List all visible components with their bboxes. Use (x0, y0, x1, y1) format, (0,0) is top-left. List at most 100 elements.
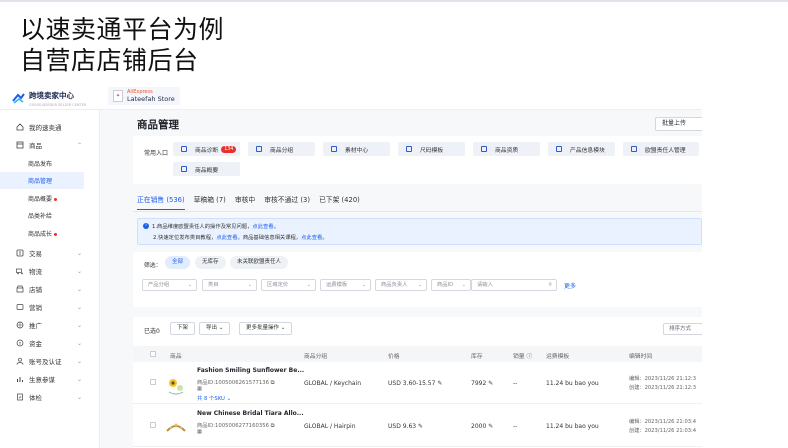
row-checkbox[interactable] (150, 379, 156, 385)
qr-code-icon[interactable]: ▦ (197, 429, 202, 435)
quick-product-diagnosis-button[interactable]: 商品诊断 134 (173, 142, 240, 156)
main-content: 商品管理 批量上传 常用入口 商品诊断 134 商品分组 素材中心 尺码模板 商… (100, 110, 702, 448)
seller-center-screenshot: 跨境卖家中心 CROSS-BORDER SELLER CENTER ✦ AliE… (0, 84, 702, 448)
chart-icon (16, 375, 24, 383)
sidebar-item-checkup[interactable]: 体检 ⌄ (0, 388, 100, 406)
notice-banner: i 1.商品维度欧盟责任人的操作及常见问题，点此查看。 2.快速定位发布类目教程… (137, 218, 702, 245)
notice-link[interactable]: 点此查看 (216, 235, 237, 241)
sidebar-item-label: 店铺 (29, 286, 42, 294)
sidebar-item-home[interactable]: 我的速卖通 (0, 118, 100, 136)
shipping-template-cell: 11.24 bu bao you (546, 380, 599, 387)
sort-select[interactable]: 排序方式 (663, 323, 702, 335)
certificate-icon (481, 146, 487, 152)
quick-product-overview-button[interactable]: 商品概要 (173, 162, 240, 176)
product-group-select[interactable]: 产品分组 ⌄ (142, 279, 197, 291)
filter-chip-all[interactable]: 全部 (165, 256, 191, 269)
box-icon (16, 141, 24, 149)
regional-pricing-select[interactable]: 区域定价 ⌄ (261, 279, 316, 291)
more-batch-actions-button[interactable]: 更多批量操作 ⌄ (239, 322, 293, 335)
column-header: 价格 (388, 354, 400, 360)
table-row[interactable]: New Chinese Bridal Tiara Allo... 商品ID:10… (133, 405, 702, 447)
brand[interactable]: 跨境卖家中心 CROSS-BORDER SELLER CENTER (12, 90, 86, 107)
sidebar-item-promotion[interactable]: 推广 ⌄ (0, 316, 100, 334)
quick-qualification-button[interactable]: 商品资质 (473, 142, 540, 156)
user-icon (16, 357, 24, 365)
product-name[interactable]: Fashion Smiling Sunflower Be... (197, 367, 304, 374)
row-checkbox[interactable] (150, 422, 156, 428)
product-thumbnail[interactable] (165, 374, 187, 396)
qr-code-icon[interactable]: ▦ (197, 386, 202, 392)
off-shelf-button[interactable]: 下架 (170, 322, 196, 335)
edit-icon[interactable]: ✎ (488, 423, 493, 430)
search-type-select[interactable]: 商品ID ⌄ (431, 279, 471, 291)
sidebar-item-account[interactable]: 账号及认证 ⌄ (0, 352, 100, 370)
notice-text: 。商品基础信息相关课程， (237, 235, 302, 241)
sidebar-item-marketing[interactable]: 营销 ⌄ (0, 298, 100, 316)
search-icon[interactable]: ⚲ (548, 280, 552, 290)
quick-product-info-module-button[interactable]: 产品信息模块 (548, 142, 615, 156)
category-select[interactable]: 类目 ⌄ (202, 279, 257, 291)
notice-link[interactable]: 点此查看 (301, 235, 322, 241)
chevron-down-icon: ⌄ (77, 321, 83, 329)
filter-chip-no-eu-responsible[interactable]: 未关联欧盟责任人 (230, 256, 289, 269)
sidebar-item-shop[interactable]: 店铺 ⌄ (0, 280, 100, 298)
sidebar-item-funds[interactable]: 资金 ⌄ (0, 334, 100, 352)
quick-material-center-button[interactable]: 素材中心 (323, 142, 390, 156)
megaphone-icon (16, 303, 24, 311)
sidebar-item-logistics[interactable]: 物流 ⌄ (0, 262, 100, 280)
notice-link[interactable]: 点此查看 (252, 224, 273, 230)
sidebar-item-business-advisor[interactable]: 生意参谋 ⌄ (0, 370, 100, 388)
sidebar-item-label: 我的速卖通 (29, 124, 62, 132)
sidebar-item-label: 交易 (29, 250, 42, 258)
price-cell: USD 9.63 ✎ (388, 423, 423, 430)
search-input[interactable]: 请输入 ⚲ (471, 279, 557, 291)
sku-expand-link[interactable]: 共 8 个SKU ⌄ (197, 394, 231, 402)
edit-icon[interactable]: ✎ (437, 380, 442, 387)
quick-eu-responsible-button[interactable]: 欧盟责任人管理 (623, 142, 699, 156)
slide-title-line-2: 自营店店铺后台 (20, 46, 199, 75)
sidebar-sub-product-manage[interactable]: 商品管理 (0, 172, 84, 189)
sidebar-sub-product-publish[interactable]: 商品发布 (0, 155, 84, 172)
column-header: 销量 ⓘ (513, 351, 532, 360)
selected-count: 已选0 (144, 328, 160, 335)
filter-chip-no-stock[interactable]: 无库存 (195, 256, 226, 269)
sidebar-sub-category-supply[interactable]: 品类补给 (0, 207, 84, 224)
batch-upload-button[interactable]: 批量上传 (655, 117, 702, 131)
edit-icon[interactable]: ✎ (488, 380, 493, 387)
slide-title-line-1: 以速卖通平台为例 (20, 15, 225, 44)
quick-button-label: 尺码模板 (420, 147, 444, 154)
table-row[interactable]: Fashion Smiling Sunflower Be... 商品ID:100… (133, 362, 702, 404)
store-switcher[interactable]: ✦ AliExpress Lateefah Store (108, 87, 180, 105)
tab-in-review[interactable]: 审核中 (235, 194, 255, 206)
select-value: 商品ID (437, 282, 454, 288)
slide-top-rule (0, 0, 788, 2)
select-all-checkbox[interactable] (150, 351, 156, 357)
price-value: USD 3.60-15.57 (388, 380, 436, 387)
edit-icon[interactable]: ✎ (418, 423, 423, 430)
quick-size-template-button[interactable]: 尺码模板 (398, 142, 465, 156)
copy-icon[interactable]: ⧉ (271, 423, 275, 429)
brand-name: 跨境卖家中心 (29, 91, 74, 100)
overview-icon (181, 166, 187, 172)
product-name[interactable]: New Chinese Bridal Tiara Allo... (197, 410, 304, 417)
sidebar-item-products[interactable]: 商品 ⌃ (0, 136, 100, 154)
sidebar-item-label: 推广 (29, 322, 42, 330)
status-tabs: 正在销售 (536) 草稿箱 (7) 审核中 审核不通过 (3) 已下架 (42… (137, 194, 369, 210)
sidebar-item-label: 商品 (29, 142, 42, 150)
copy-icon[interactable]: ⧉ (271, 380, 275, 386)
product-thumbnail[interactable] (165, 417, 187, 439)
tab-review-failed[interactable]: 审核不通过 (3) (264, 194, 310, 206)
chevron-down-icon: ⌄ (417, 282, 422, 288)
tab-off-shelf[interactable]: 已下架 (420) (319, 194, 360, 206)
more-filters-link[interactable]: 更多 (564, 281, 576, 290)
chevron-down-icon: ⌄ (187, 282, 192, 288)
product-owner-select[interactable]: 商品负责人 ⌄ (375, 279, 427, 291)
shipping-template-select[interactable]: 运费模板 ⌄ (320, 279, 371, 291)
export-button[interactable]: 导出 ⌄ (199, 322, 231, 335)
tab-drafts[interactable]: 草稿箱 (7) (194, 194, 226, 206)
sidebar-sub-product-growth[interactable]: 商品成长 (0, 225, 84, 242)
sidebar-item-orders[interactable]: 交易 ⌄ (0, 244, 100, 262)
sidebar-sub-product-overview[interactable]: 商品概要 (0, 190, 84, 207)
tab-on-sale[interactable]: 正在销售 (536) (137, 194, 185, 210)
quick-product-group-button[interactable]: 商品分组 (248, 142, 315, 156)
